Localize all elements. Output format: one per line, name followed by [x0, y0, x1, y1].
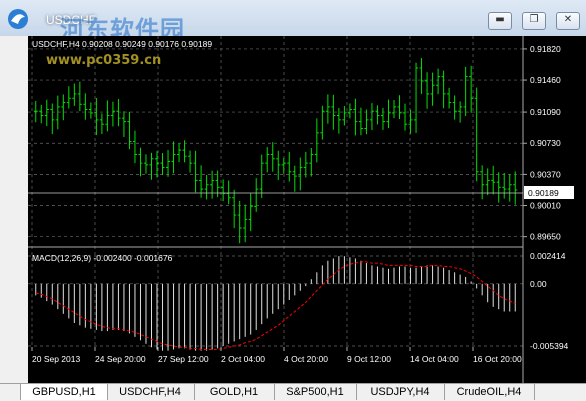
close-icon: ✕	[563, 14, 573, 25]
time-tick-label: 16 Oct 20:00	[473, 354, 522, 364]
price-axis: 0.91820 0.91460 0.91090 0.90730 0.90370 0.900…	[523, 44, 561, 242]
time-tick-label: 27 Sep 12:00	[158, 354, 209, 364]
chart-window[interactable]: 0.90189 0.91820 0.91460 0.91090 0.90730 0.90…	[28, 36, 586, 383]
tab-crudeoil-h4[interactable]: CrudeOIL,H4	[444, 384, 535, 400]
price-tick-label: 0.90730	[530, 138, 561, 148]
price-tick-label: 0.91820	[530, 44, 561, 54]
macd-axis: 0.002414 0.00 -0.005394	[530, 251, 569, 351]
time-tick-label: 24 Sep 20:00	[95, 354, 146, 364]
time-tick-label: 4 Oct 20:00	[284, 354, 328, 364]
price-tick-label: 0.91460	[530, 75, 561, 85]
macd-tick-label: 0.00	[530, 279, 547, 289]
price-bars	[33, 58, 518, 244]
left-panel-edge	[0, 36, 28, 383]
tab-gold-h1[interactable]: GOLD,H1	[194, 384, 275, 400]
time-tick-label: 20 Sep 2013	[32, 354, 80, 364]
price-tick-label: 0.90010	[530, 201, 561, 211]
current-price-label: 0.90189	[528, 188, 559, 198]
tab-gbpusd-h1[interactable]: GBPUSD,H1	[20, 384, 108, 400]
time-tick-label: 9 Oct 12:00	[347, 354, 391, 364]
window-titlebar: USDCHF 河东软件园 ▬ ❐ ✕	[0, 0, 586, 44]
time-tick-label: 2 Oct 04:00	[221, 354, 265, 364]
time-axis: 20 Sep 2013 24 Sep 20:00 27 Sep 12:00 2 Oct…	[31, 347, 522, 364]
watermark-url: www.pc0359.cn	[46, 53, 162, 68]
price-tick-label: 0.89650	[530, 232, 561, 242]
price-chart-svg[interactable]: 0.90189 0.91820 0.91460 0.91090 0.90730 0.90…	[28, 36, 586, 383]
price-tick-label: 0.90370	[530, 169, 561, 179]
tab-usdchf-h4[interactable]: USDCHF,H4	[106, 384, 195, 400]
chart-header: USDCHF,H4 0.90208 0.90249 0.90176 0.9018…	[32, 39, 212, 49]
restore-icon: ❐	[529, 14, 539, 25]
maximize-button[interactable]: ❐	[522, 12, 546, 30]
minimize-button[interactable]: ▬	[488, 12, 512, 30]
macd-histogram	[35, 256, 516, 351]
minimize-icon: ▬	[495, 14, 505, 25]
macd-tick-label: 0.002414	[530, 251, 566, 261]
chart-tabs: GBPUSD,H1 USDCHF,H4 GOLD,H1 S&P500,H1 USDJPY…	[0, 383, 586, 401]
price-tick-label: 0.91090	[530, 107, 561, 117]
tab-usdjpy-h4[interactable]: USDJPY,H4	[356, 384, 445, 400]
time-tick-label: 14 Oct 04:00	[410, 354, 459, 364]
macd-label: MACD(12,26,9) -0.002400 -0.001676	[32, 253, 173, 263]
tab-s-p500-h1[interactable]: S&P500,H1	[274, 384, 357, 400]
close-button[interactable]: ✕	[556, 12, 580, 30]
macd-tick-label: -0.005394	[530, 341, 569, 351]
app-logo-icon	[8, 9, 28, 29]
